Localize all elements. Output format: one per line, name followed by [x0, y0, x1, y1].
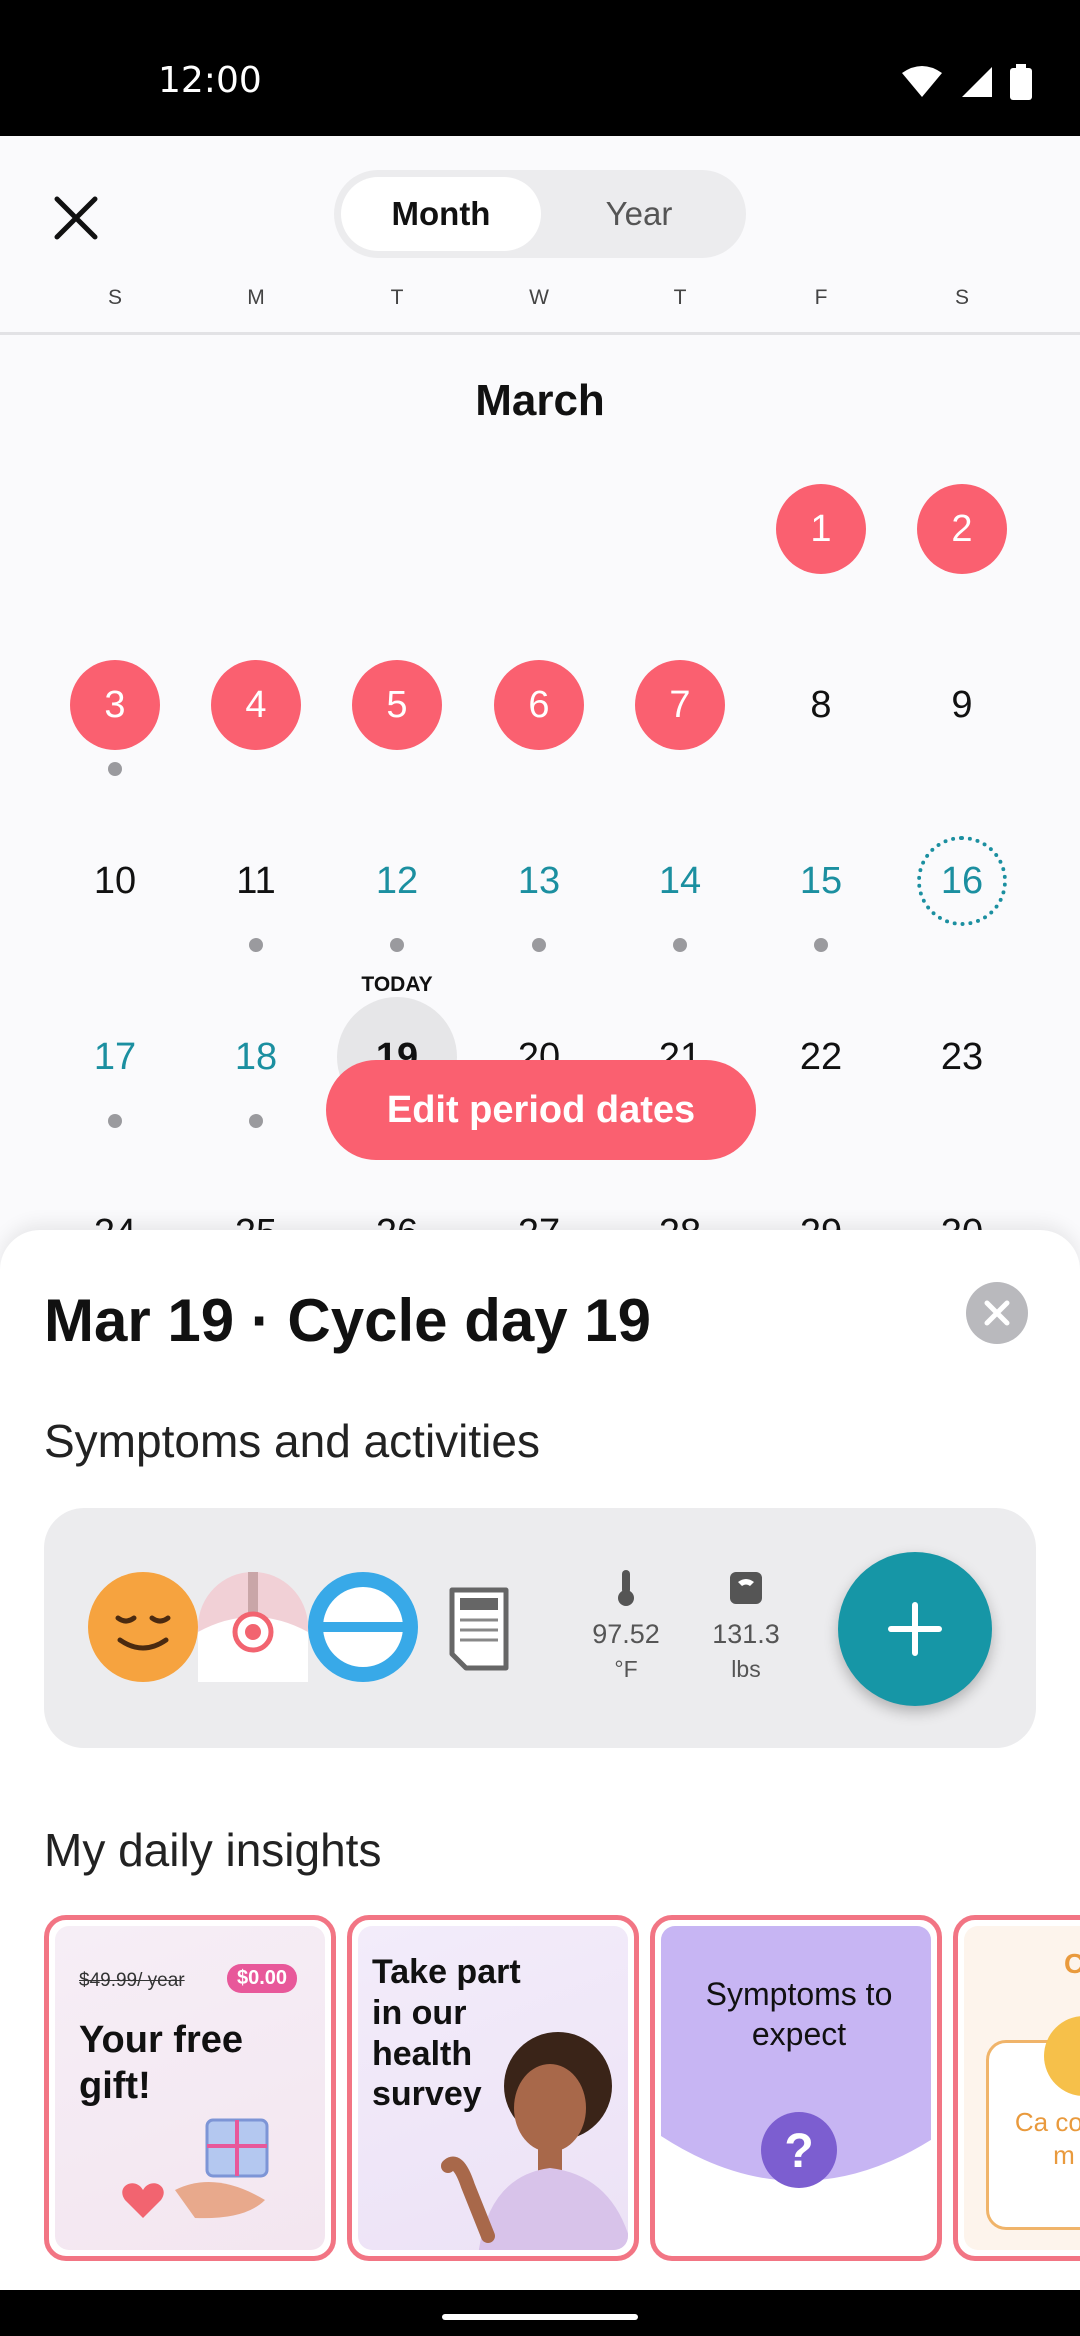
clock: 12:00	[158, 60, 262, 101]
insight-card-symptoms[interactable]: Symptoms to expect ?	[650, 1915, 942, 2261]
temperature-metric[interactable]: 97.52 °F	[566, 1570, 686, 1683]
weight-unit: lbs	[731, 1656, 761, 1682]
calendar-day-14[interactable]: 14	[635, 836, 725, 926]
calendar-day-5[interactable]: 5	[352, 660, 442, 750]
spotting-shape-icon	[198, 1572, 308, 1682]
calendar-day-2[interactable]: 2	[917, 484, 1007, 574]
calendar-day-11[interactable]: 11	[211, 836, 301, 926]
wifi-icon	[902, 66, 942, 97]
scale-icon	[730, 1572, 762, 1604]
symptoms-heading: Symptoms and activities	[44, 1415, 540, 1467]
logged-dot	[814, 938, 828, 952]
sheet-title: Mar 19 · Cycle day 19	[44, 1287, 652, 1354]
edit-period-dates-button[interactable]: Edit period dates	[326, 1060, 756, 1160]
add-symptom-button[interactable]	[838, 1552, 992, 1706]
logged-dot	[390, 938, 404, 952]
close-icon	[984, 1300, 1010, 1326]
question-mark-icon: ?	[784, 2125, 814, 2178]
calendar-day-16[interactable]: 16	[917, 836, 1007, 926]
app-screen: Month Year S M T W T F S March 123456789…	[0, 136, 1080, 2290]
pill-icon[interactable]	[308, 1572, 418, 1682]
temperature-unit: °F	[614, 1656, 638, 1682]
logged-dot	[249, 1114, 263, 1128]
calendar-day-17[interactable]: 17	[70, 1012, 160, 1102]
symptoms-card[interactable]: 97.52 °F 131.3 lbs	[44, 1508, 1036, 1748]
logged-dot	[108, 1114, 122, 1128]
home-gesture-handle[interactable]	[442, 2314, 638, 2320]
battery-icon	[1010, 64, 1032, 100]
plus-icon	[888, 1602, 942, 1656]
calendar-day-4[interactable]: 4	[211, 660, 301, 750]
calendar-day-3[interactable]: 3	[70, 660, 160, 750]
insight-title: Your free gift!	[79, 2019, 244, 2107]
insight-title: Symptoms to expect	[705, 1976, 893, 2052]
gift-illustration-icon	[122, 2118, 269, 2219]
insights-heading: My daily insights	[44, 1824, 382, 1876]
logged-dot	[532, 938, 546, 952]
insight-card-health-survey[interactable]: Take part in our health survey	[347, 1915, 639, 2261]
calendar-day-1[interactable]: 1	[776, 484, 866, 574]
calendar-day-6[interactable]: 6	[494, 660, 584, 750]
today-label: TODAY	[361, 973, 433, 996]
logged-dot	[108, 762, 122, 776]
insights-carousel: $49.99/ year $0.00 Your free gift! Take …	[44, 1915, 1080, 2261]
notepad-icon	[449, 1587, 509, 1671]
signal-icon	[962, 67, 992, 97]
calendar-day-22[interactable]: 22	[776, 1012, 866, 1102]
insight-card-contraception[interactable]: Ca Ca contr m	[953, 1915, 1080, 2261]
weight-value: 131.3	[712, 1619, 780, 1649]
status-bar: 12:00	[0, 0, 1080, 136]
weight-metric[interactable]: 131.3 lbs	[686, 1570, 806, 1683]
calendar-day-23[interactable]: 23	[917, 1012, 1007, 1102]
calendar-day-7[interactable]: 7	[635, 660, 725, 750]
sheet-close-button[interactable]	[966, 1282, 1028, 1344]
insight-price-badge: $0.00	[227, 1964, 298, 1993]
insight-body: Ca contr m	[1014, 2107, 1080, 2170]
insight-strike-price: $49.99/ year	[79, 1970, 185, 1991]
calm-mood-icon[interactable]	[88, 1572, 198, 1682]
pill-shape-icon	[323, 1587, 403, 1667]
thermometer-icon	[618, 1570, 634, 1606]
navigation-bar	[0, 2290, 1080, 2336]
woman-illustration-icon	[441, 2032, 628, 2250]
calendar-day-8[interactable]: 8	[776, 660, 866, 750]
notes-icon[interactable]	[418, 1572, 528, 1682]
spotting-icon[interactable]	[198, 1572, 308, 1682]
insight-card-free-gift[interactable]: $49.99/ year $0.00 Your free gift!	[44, 1915, 336, 2261]
calendar-day-13[interactable]: 13	[494, 836, 584, 926]
temperature-value: 97.52	[592, 1619, 660, 1649]
calendar-day-12[interactable]: 12	[352, 836, 442, 926]
insight-title: Ca	[1064, 1948, 1080, 1980]
status-icons	[900, 64, 1032, 100]
logged-dot	[673, 938, 687, 952]
calendar-day-9[interactable]: 9	[917, 660, 1007, 750]
calendar-day-10[interactable]: 10	[70, 836, 160, 926]
calendar-day-15[interactable]: 15	[776, 836, 866, 926]
calm-face-icon	[115, 1615, 171, 1651]
logged-dot	[249, 938, 263, 952]
calendar-day-18[interactable]: 18	[211, 1012, 301, 1102]
day-detail-sheet: Mar 19 · Cycle day 19 Symptoms and activ…	[0, 1230, 1080, 2290]
